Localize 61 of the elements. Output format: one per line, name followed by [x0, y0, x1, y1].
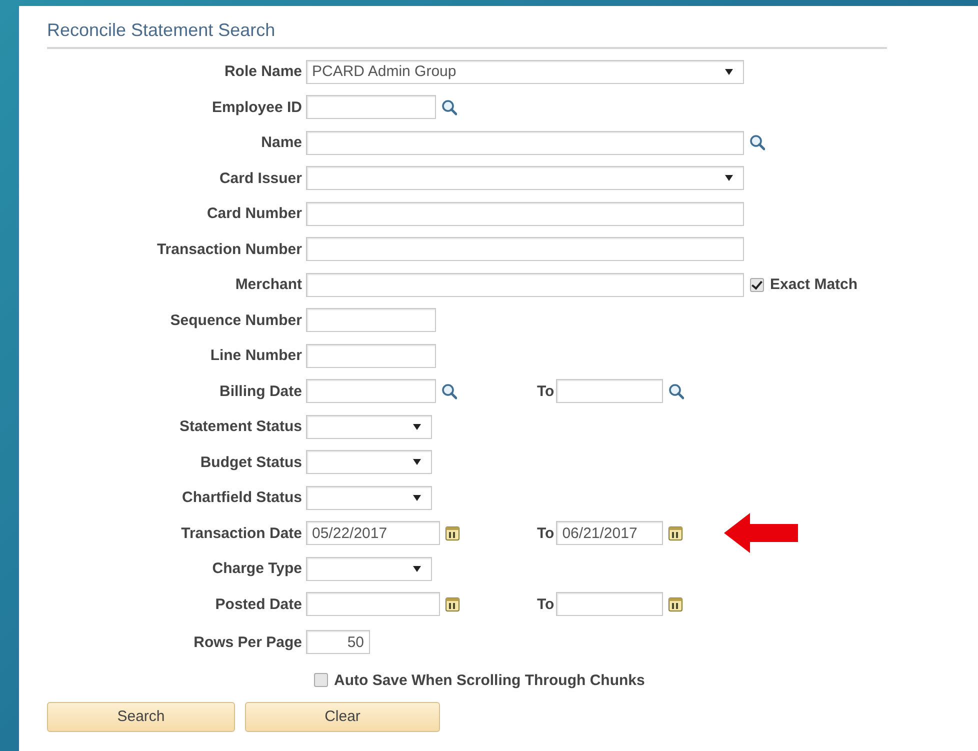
field-label: Chartfield Status — [180, 489, 302, 506]
calendar-icon[interactable] — [445, 596, 461, 613]
search-icon[interactable] — [441, 98, 457, 116]
input-field[interactable]: 06/21/2017 — [556, 521, 664, 546]
dropdown[interactable] — [306, 450, 432, 474]
field-label: To — [537, 382, 554, 400]
input-field[interactable] — [556, 379, 664, 404]
calendar-icon[interactable] — [668, 524, 684, 542]
field-label: Posted Date — [214, 596, 302, 613]
search-icon[interactable] — [668, 382, 684, 400]
input-field[interactable] — [306, 130, 744, 155]
input-field[interactable]: 05/22/2017 — [306, 521, 440, 546]
field-label: To — [537, 596, 554, 613]
dropdown[interactable] — [306, 414, 432, 439]
dropdown[interactable]: PCARD Admin Group — [306, 60, 744, 84]
caret-icon — [413, 459, 421, 466]
field-label: Budget Status — [199, 454, 302, 471]
input-field[interactable] — [306, 344, 436, 368]
field-label: Name — [260, 134, 302, 152]
field-label: Transaction Number — [156, 240, 302, 258]
input-field[interactable] — [306, 272, 744, 297]
field-label: Billing Date — [218, 382, 302, 400]
field-label: To — [537, 524, 554, 542]
field-label: Merchant — [234, 276, 302, 294]
input-field[interactable]: 50 — [306, 630, 370, 654]
field-label: Employee ID — [210, 98, 302, 116]
search-icon[interactable] — [441, 382, 457, 400]
input-field[interactable] — [556, 592, 664, 616]
search-icon[interactable] — [749, 134, 765, 152]
caret-icon — [725, 68, 733, 75]
button[interactable]: Clear — [245, 702, 440, 732]
field-label: Transaction Date — [180, 524, 302, 542]
calendar-icon[interactable] — [445, 524, 461, 542]
field-label: Card Number — [206, 205, 302, 222]
field-label: Line Number — [209, 347, 302, 364]
caret-icon — [413, 424, 421, 430]
caret-icon — [413, 494, 421, 501]
field-label: Card Issuer — [218, 170, 302, 187]
page-title: Reconcile Statement Search — [47, 20, 887, 49]
checkbox[interactable] — [750, 278, 764, 292]
input-field[interactable] — [306, 592, 440, 616]
calendar-icon[interactable] — [668, 596, 684, 613]
field-label: Rows Per Page — [192, 634, 302, 651]
caret-icon — [725, 175, 733, 182]
checkbox[interactable] — [314, 673, 328, 687]
dropdown[interactable] — [306, 166, 744, 190]
checkbox-label: Exact Match — [770, 276, 858, 294]
input-field[interactable] — [306, 202, 744, 226]
field-label: Statement Status — [178, 418, 302, 436]
input-field[interactable] — [306, 95, 436, 120]
dropdown[interactable] — [306, 556, 432, 581]
field-label: Role Name — [223, 63, 302, 80]
input-field[interactable] — [306, 379, 436, 404]
checkbox-label: Auto Save When Scrolling Through Chunks — [334, 672, 645, 688]
button[interactable]: Search — [47, 702, 235, 732]
field-label: Charge Type — [211, 560, 302, 578]
caret-icon — [413, 566, 421, 572]
input-field[interactable] — [306, 308, 436, 332]
dropdown[interactable] — [306, 486, 432, 510]
field-label: Sequence Number — [169, 312, 302, 329]
input-field[interactable] — [306, 237, 744, 262]
